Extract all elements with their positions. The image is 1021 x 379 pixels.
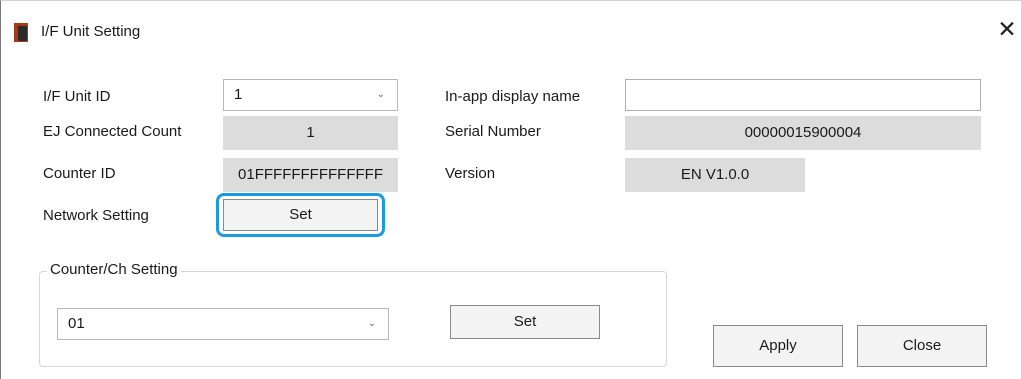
display-name-input[interactable] bbox=[625, 79, 981, 111]
chevron-down-icon: ⌄ bbox=[376, 89, 385, 100]
version-field: EN V1.0.0 bbox=[625, 158, 805, 192]
version-label: Version bbox=[445, 165, 496, 182]
display-name-label: In-app display name bbox=[445, 88, 581, 105]
dialog-window: I/F Unit Setting ✕ I/F Unit ID EJ Connec… bbox=[0, 0, 1021, 379]
counter-id-field: 01FFFFFFFFFFFFFF bbox=[223, 158, 398, 192]
if-unit-id-label: I/F Unit ID bbox=[43, 88, 111, 105]
counter-ch-set-button[interactable]: Set bbox=[450, 305, 600, 339]
serial-number-label: Serial Number bbox=[445, 123, 541, 140]
chevron-down-icon: ⌄ bbox=[367, 318, 376, 329]
if-unit-id-dropdown[interactable]: 1 ⌄ bbox=[223, 79, 398, 111]
close-button[interactable]: Close bbox=[857, 325, 987, 367]
serial-number-field: 00000015900004 bbox=[625, 116, 981, 150]
network-set-button[interactable]: Set bbox=[223, 199, 378, 231]
ej-connected-count-field: 1 bbox=[223, 116, 398, 150]
ej-connected-count-label: EJ Connected Count bbox=[43, 123, 182, 140]
counter-ch-dropdown[interactable]: 01 ⌄ bbox=[57, 308, 389, 340]
counter-ch-group-title: Counter/Ch Setting bbox=[47, 261, 181, 278]
counter-ch-value: 01 bbox=[68, 315, 85, 332]
window-title: I/F Unit Setting bbox=[41, 23, 141, 40]
app-icon bbox=[14, 23, 30, 43]
if-unit-id-value: 1 bbox=[234, 86, 243, 103]
counter-id-label: Counter ID bbox=[43, 165, 116, 182]
network-setting-label: Network Setting bbox=[43, 207, 149, 224]
close-icon[interactable]: ✕ bbox=[995, 17, 1019, 41]
apply-button[interactable]: Apply bbox=[713, 325, 843, 367]
